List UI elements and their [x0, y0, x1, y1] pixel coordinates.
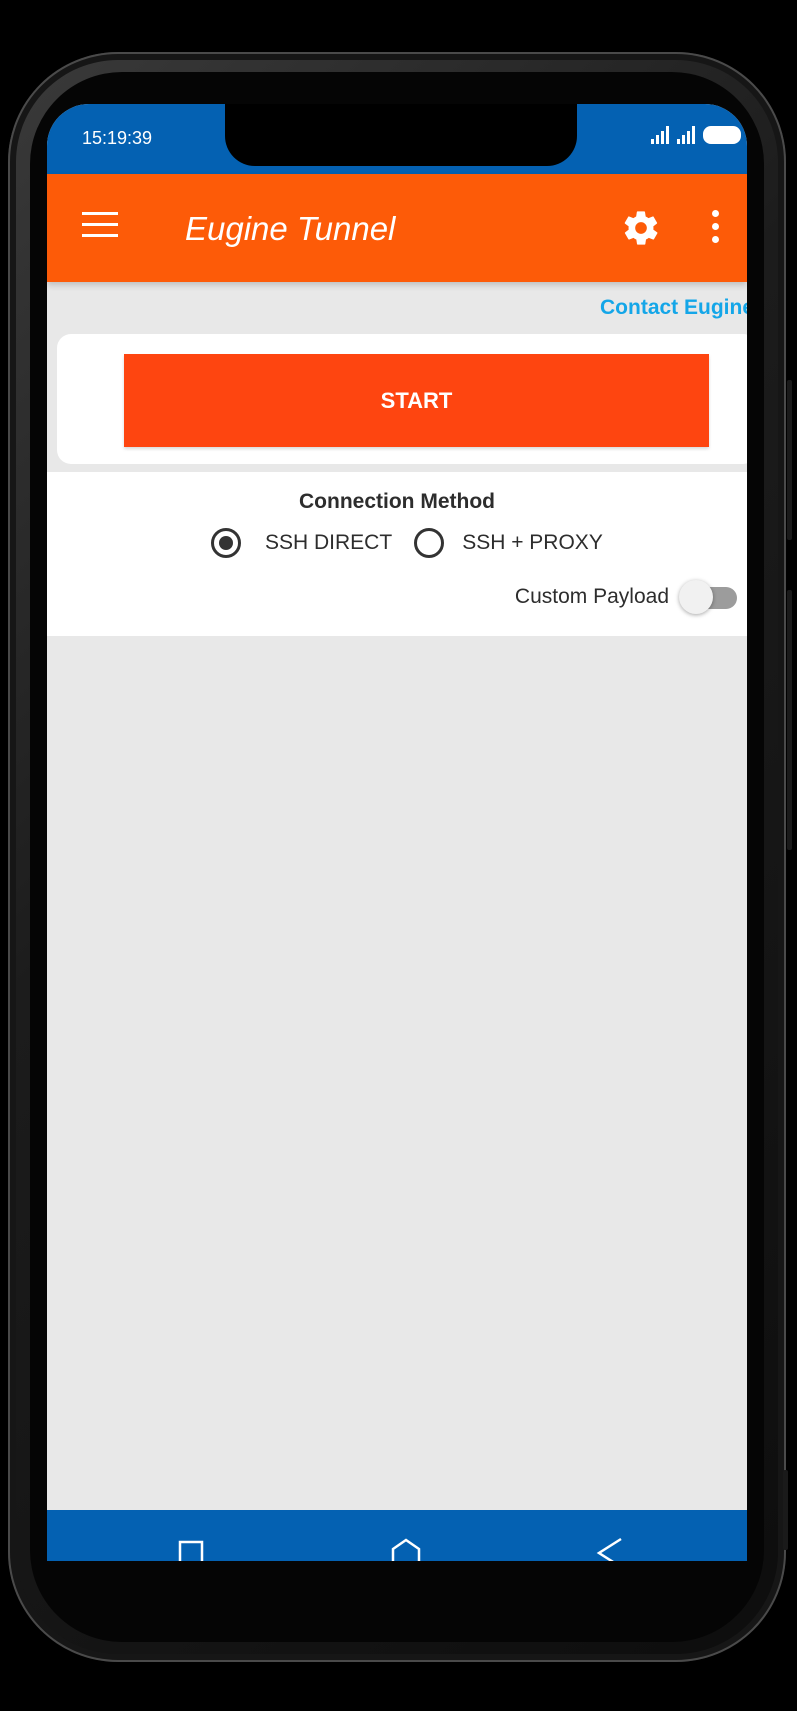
- app-bar: Eugine Tunnel: [47, 174, 747, 282]
- signal-icon: [651, 124, 669, 144]
- volume-button: [787, 380, 792, 540]
- radio-unchecked-icon[interactable]: [414, 528, 445, 558]
- power-button: [787, 590, 792, 850]
- back-icon[interactable]: [595, 1537, 625, 1561]
- phone-screen: 15:19:39 Eugine Tunnel Contact Eugine ST…: [47, 104, 747, 1561]
- app-title: Eugine Tunnel: [185, 210, 396, 247]
- camera-notch: [225, 104, 577, 166]
- start-card: START: [57, 334, 747, 464]
- radio-ssh-direct[interactable]: SSH DIRECT: [211, 528, 392, 558]
- home-icon[interactable]: [391, 1538, 421, 1561]
- recent-apps-icon[interactable]: [177, 1540, 205, 1561]
- custom-payload-toggle[interactable]: [679, 580, 739, 614]
- custom-payload-row: Custom Payload: [515, 580, 739, 614]
- contact-link[interactable]: Contact Eugine: [600, 296, 747, 320]
- connection-method-options: SSH DIRECT SSH + PROXY: [211, 528, 603, 558]
- signal-icon-2: [677, 124, 695, 144]
- status-time: 15:19:39: [82, 128, 153, 148]
- custom-payload-label: Custom Payload: [514, 585, 669, 608]
- gear-icon[interactable]: [621, 208, 661, 248]
- connection-method-panel: Connection Method SSH DIRECT SSH + PROXY…: [47, 472, 747, 636]
- start-button[interactable]: START: [124, 354, 709, 447]
- navigation-bar: [47, 1510, 747, 1561]
- radio-label-ssh-direct: SSH DIRECT: [265, 531, 393, 554]
- side-button-lower: [783, 1470, 788, 1550]
- toggle-thumb[interactable]: [679, 580, 713, 614]
- more-vert-icon[interactable]: [712, 210, 720, 246]
- radio-checked-icon[interactable]: [211, 528, 241, 558]
- radio-ssh-proxy[interactable]: SSH + PROXY: [414, 528, 603, 558]
- status-icons: [651, 124, 741, 144]
- menu-icon[interactable]: [82, 212, 118, 240]
- connection-method-title: Connection Method: [299, 490, 495, 513]
- radio-label-ssh-proxy: SSH + PROXY: [462, 531, 603, 554]
- battery-icon: [703, 126, 741, 144]
